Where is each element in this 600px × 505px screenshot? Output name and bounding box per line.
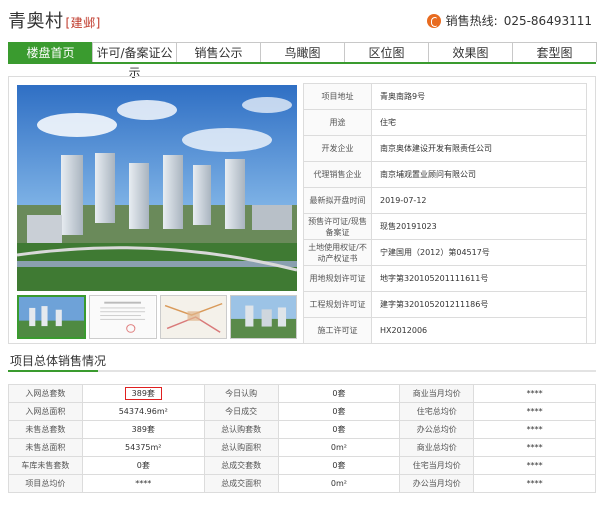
sales-value: 0套 [277,420,401,439]
sales-key: 未售总面积 [8,438,83,457]
sales-value: **** [473,474,596,493]
tab-home[interactable]: 楼盘首页 [8,42,93,62]
tab-renderings[interactable]: 效果图 [428,42,513,62]
page-header: 青奥村 [建邺] 销售热线: 025-86493111 [8,6,596,36]
tab-aerial-view[interactable]: 鸟瞰图 [260,42,345,62]
sales-summary-table: 入网总套数 389套 今日认购 0套 商业当月均价 **** 入网总面积 543… [8,384,596,493]
sales-key: 商业当月均价 [399,384,475,403]
district-label: [建邺] [65,16,101,30]
table-row: 项目总均价 **** 总成交面积 0m² 办公当月均价 **** [8,474,596,493]
table-row: 入网总套数 389套 今日认购 0套 商业当月均价 **** [8,384,596,403]
sales-value: **** [81,474,205,493]
thumbnail-3[interactable] [159,295,227,339]
info-value: 青奥南路9号 [371,83,587,110]
sales-value: 0m² [277,474,401,493]
table-row: 入网总面积 54374.96m² 今日成交 0套 住宅总均价 **** [8,402,596,421]
sales-value: **** [473,402,596,421]
tab-location-map[interactable]: 区位图 [344,42,429,62]
hotline-number: 025-86493111 [503,13,592,28]
sales-key: 总认购面积 [203,438,279,457]
tab-floor-plans[interactable]: 套型图 [512,42,597,62]
thumbnail-strip [17,295,297,339]
sales-key: 未售总套数 [8,420,83,439]
sales-value: 0套 [277,384,401,403]
sales-key: 入网总面积 [8,402,83,421]
sales-value: 389套 [81,420,205,439]
sales-key: 车库未售套数 [8,456,83,475]
project-main-photo[interactable] [17,85,297,291]
hotline-label: 销售热线: [445,14,498,28]
sales-value: **** [473,456,596,475]
info-value: 南京埔观置业顾问有限公司 [371,161,587,188]
info-value: 宁建国用（2012）第04517号 [371,239,587,266]
thumbnail-2[interactable] [89,295,157,339]
sales-key: 商业总均价 [399,438,475,457]
info-value: 南京奥体建设开发有限责任公司 [371,135,587,162]
sales-value: 0套 [277,456,401,475]
sales-value: 389套 [81,384,205,403]
info-key: 用途 [303,109,372,136]
project-info-table: 项目地址 青奥南路9号 用途 住宅 开发企业 南京奥体建设开发有限责任公司 代理销售企… [303,83,587,344]
project-name: 青奥村 [8,11,64,32]
info-value: 现售20191023 [371,213,587,240]
sales-hotline: 销售热线: 025-86493111 [426,12,592,29]
table-row: 未售总套数 389套 总认购套数 0套 办公总均价 **** [8,420,596,439]
thumbnail-4[interactable] [229,295,297,339]
info-key: 用地规划许可证 [303,265,372,292]
phone-icon [426,13,441,28]
info-key: 预售许可证/现售备案证 [303,213,372,240]
sales-key: 办公当月均价 [399,474,475,493]
sales-key: 今日成交 [203,402,279,421]
info-key: 代理销售企业 [303,161,372,188]
sales-value: 0m² [277,438,401,457]
project-title: 青奥村 [建邺] [8,7,101,33]
sales-value: **** [473,420,596,439]
sales-key: 入网总套数 [8,384,83,403]
info-key: 工程规划许可证 [303,291,372,318]
sales-key: 住宅总均价 [399,402,475,421]
sales-key: 住宅当月均价 [399,456,475,475]
sales-value: 54374.96m² [81,402,205,421]
sales-value: 54375m² [81,438,205,457]
info-value: 建字第320105201211186号 [371,291,587,318]
table-row: 未售总面积 54375m² 总认购面积 0m² 商业总均价 **** [8,438,596,457]
project-panel: 项目地址 青奥南路9号 用途 住宅 开发企业 南京奥体建设开发有限责任公司 代理销售企… [8,76,596,344]
info-key: 施工许可证 [303,317,372,344]
info-value: 2019-07-12 [371,187,587,214]
info-value: 住宅 [371,109,587,136]
sales-key: 办公总均价 [399,420,475,439]
sales-value: **** [473,438,596,457]
info-key: 最新拟开盘时间 [303,187,372,214]
highlighted-value: 389套 [124,387,162,400]
info-key: 土地使用权证/不动产权证书 [303,239,372,266]
info-key: 项目地址 [303,83,372,110]
sales-key: 总成交套数 [203,456,279,475]
table-row: 车库未售套数 0套 总成交套数 0套 住宅当月均价 **** [8,456,596,475]
tab-permits[interactable]: 许可/备案证公示 [92,42,177,80]
sales-key: 今日认购 [203,384,279,403]
thumbnail-1[interactable] [17,295,87,339]
info-value: HX2012006 [371,317,587,344]
sales-value: 0套 [81,456,205,475]
info-key: 开发企业 [303,135,372,162]
tab-sales-notice[interactable]: 销售公示 [176,42,261,62]
section-title: 项目总体销售情况 [10,354,107,368]
sales-key: 项目总均价 [8,474,83,493]
sales-value: 0套 [277,402,401,421]
section-divider [8,370,596,372]
tab-bar: 楼盘首页 许可/备案证公示 销售公示 鸟瞰图 区位图 效果图 套型图 [8,42,597,80]
sales-value: **** [473,384,596,403]
sales-key: 总认购套数 [203,420,279,439]
sales-key: 总成交面积 [203,474,279,493]
info-value: 地字第3201052011116​11号 [371,265,587,292]
